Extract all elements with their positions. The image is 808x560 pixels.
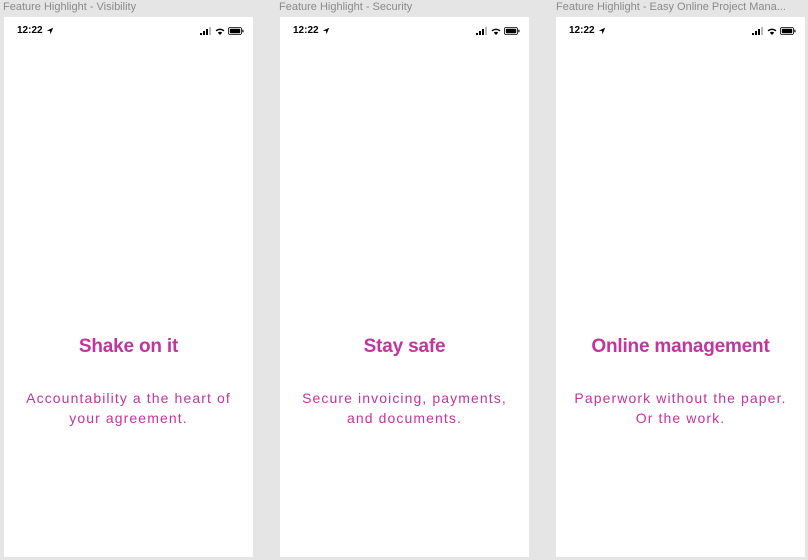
feature-description-line-1: Accountability a the heart of	[26, 390, 231, 406]
feature-description-line-1: Paperwork without the paper.	[574, 390, 787, 406]
artboard-online-management[interactable]: 12:22 Online management Paperwork withou…	[556, 17, 805, 557]
feature-description-line-2: your agreement.	[69, 410, 188, 426]
feature-headline: Stay safe	[363, 336, 446, 357]
artboard-label-security[interactable]: Feature Highlight - Security	[279, 1, 529, 13]
status-bar: 12:22	[280, 25, 529, 39]
battery-icon	[228, 27, 244, 35]
artboard-label-online-management[interactable]: Feature Highlight - Easy Online Project …	[556, 1, 806, 13]
status-time: 12:22	[17, 25, 54, 36]
status-bar: 12:22	[556, 25, 805, 39]
wifi-icon	[491, 28, 501, 35]
status-time-text: 12:22	[569, 25, 595, 36]
location-arrow-icon	[322, 27, 329, 34]
feature-description-line-2: Or the work.	[635, 410, 726, 426]
location-arrow-icon	[46, 27, 53, 34]
feature-description-line-1: Secure invoicing, payments,	[302, 390, 507, 406]
status-time-text: 12:22	[17, 25, 43, 36]
artboard-visibility[interactable]: 12:22 Shake on it Accountability a the h…	[4, 17, 253, 557]
status-icons	[200, 27, 244, 35]
status-time: 12:22	[569, 25, 606, 36]
feature-description: Accountability a the heart of your agree…	[8, 388, 249, 428]
artboard-security[interactable]: 12:22 Stay safe Secure invoicing, paymen…	[280, 17, 529, 557]
artboard-label-visibility[interactable]: Feature Highlight - Visibility	[3, 1, 253, 13]
battery-icon	[504, 27, 520, 35]
battery-icon	[780, 27, 796, 35]
location-arrow-icon	[598, 27, 605, 34]
status-icons	[476, 27, 520, 35]
status-bar: 12:22	[4, 25, 253, 39]
status-time: 12:22	[293, 25, 330, 36]
status-time-text: 12:22	[293, 25, 319, 36]
cellular-signal-icon	[476, 27, 487, 35]
cellular-signal-icon	[752, 27, 763, 35]
cellular-signal-icon	[200, 27, 211, 35]
wifi-icon	[767, 28, 777, 35]
wifi-icon	[215, 28, 225, 35]
feature-headline: Online management	[591, 336, 770, 357]
feature-description: Secure invoicing, payments, and document…	[284, 388, 525, 428]
status-icons	[752, 27, 796, 35]
feature-description-line-2: and documents.	[346, 410, 463, 426]
feature-description: Paperwork without the paper. Or the work…	[560, 388, 801, 428]
feature-headline: Shake on it	[78, 336, 179, 357]
